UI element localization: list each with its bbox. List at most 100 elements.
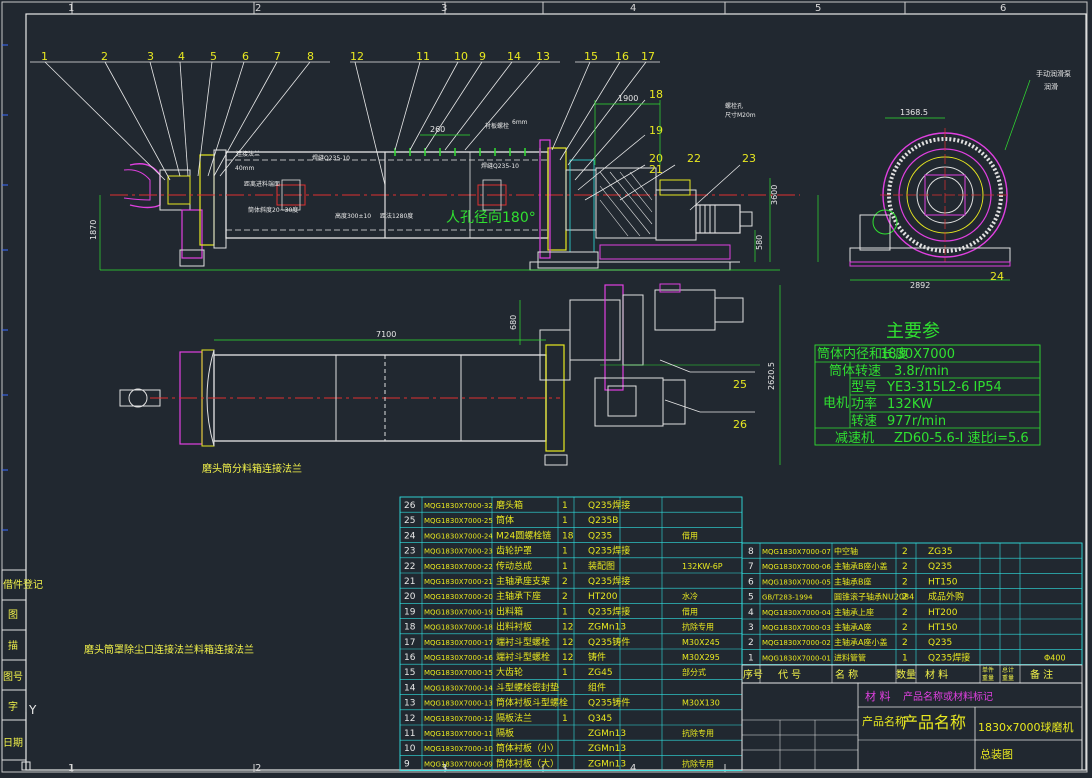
- balloon-25: 25: [733, 378, 747, 391]
- param-v-5: ZD60-5.6-I 速比i=5.6: [894, 431, 1029, 446]
- bom-left-material: Q345: [588, 714, 612, 724]
- balloon-12: 12: [350, 50, 364, 63]
- balloon-21: 21: [649, 163, 663, 176]
- bom-left-code: MQG1830X7000-09: [424, 760, 493, 768]
- bom-left-code: MQG1830X7000-23: [424, 548, 493, 556]
- bom-left-code: MQG1830X7000-20: [424, 593, 493, 601]
- bom-right-no: 1: [748, 653, 754, 663]
- svg-text:距法1280度: 距法1280度: [380, 212, 413, 220]
- bom-right-no: 7: [748, 562, 754, 572]
- bom-left-qty: 1: [562, 516, 568, 526]
- bom-header-unit-weight: 单件: [982, 666, 994, 674]
- param-motor: 电机: [823, 396, 849, 411]
- bom-left-name: 筒体衬板（小）: [496, 742, 559, 754]
- bom-right-name: 主轴承B座小盖: [834, 561, 888, 571]
- bom-left-name: 主轴承座支架: [496, 575, 550, 587]
- dim-3600: 3600: [770, 185, 779, 205]
- svg-text:高度300±10: 高度300±10: [335, 212, 371, 220]
- bom-left-material: Q235B: [588, 516, 618, 526]
- bom-left-material: ZGMn13: [588, 744, 626, 754]
- bom-left-name: 端衬斗型螺栓: [496, 651, 550, 663]
- bom-left-qty: 18: [562, 531, 574, 541]
- bom-left-name: 筒体衬板（大）: [496, 757, 559, 769]
- param-v-2: YE3-315L2-6 IP54: [886, 380, 1002, 395]
- side-view: [849, 128, 1011, 267]
- balloon-7: 7: [274, 50, 281, 63]
- ruler-top-4: 4: [630, 3, 636, 14]
- bom-left-name: 大齿轮: [496, 666, 523, 678]
- title-product-name-small: 产品名称: [862, 714, 906, 728]
- bom-left-qty: 1: [562, 562, 568, 572]
- bom-left-note: 抗除专用: [682, 758, 714, 768]
- svg-text:尺寸M20m: 尺寸M20m: [725, 111, 756, 119]
- param-v-0: 1830X7000: [880, 347, 955, 362]
- bom-right-code: MQG1830X7000-01: [762, 654, 831, 662]
- bom-left-no: 11: [404, 729, 415, 739]
- bom-left-qty: 12: [562, 653, 573, 663]
- left-tab-5: 日期: [3, 737, 23, 749]
- bom-left-material: ZGMn13: [588, 623, 626, 633]
- annotation-dust-flange: 磨头筒罩除尘口连接法兰料箱连接法兰: [84, 643, 254, 656]
- bom-right-material: HT150: [928, 623, 958, 633]
- ruler-top-5: 5: [815, 3, 821, 14]
- svg-text:筒体斜度20~30度: 筒体斜度20~30度: [248, 206, 298, 214]
- bom-right-code: MQG1830X7000-02: [762, 639, 831, 647]
- ruler-bottom-4: 4: [630, 763, 636, 774]
- bom-left-note: M30X245: [682, 638, 720, 647]
- bom-left-no: 17: [404, 638, 415, 648]
- bom-header-mat: 材 料: [925, 668, 948, 681]
- ruler-bottom-1: 1: [68, 763, 74, 774]
- bom-left-note: 抗除专用: [682, 622, 714, 632]
- cad-drawing-canvas[interactable]: 1 2 3 4 5 6 1 2 3 4 借件登记 图 描 图号 字 日期 1 2…: [0, 0, 1092, 778]
- bom-header-total-weight: 总计: [1002, 666, 1014, 674]
- svg-text:衬板螺栓: 衬板螺栓: [485, 122, 509, 130]
- bom-left-code: MQG1830X7000-12: [424, 715, 493, 723]
- param-k-3: 功率: [851, 396, 877, 412]
- bom-left-no: 24: [404, 531, 416, 541]
- bom-left-no: 10: [404, 744, 416, 754]
- balloon-15: 15: [584, 50, 598, 63]
- bom-left-note: 借用: [682, 606, 698, 616]
- title-material-label: 材 料: [865, 689, 891, 703]
- bom-left-qty: 1: [562, 501, 568, 511]
- svg-text:连接法兰: 连接法兰: [236, 150, 260, 158]
- bom-right-material: ZG35: [928, 547, 953, 557]
- ucs-icon: [21, 712, 31, 771]
- left-tab-1: 图: [8, 609, 18, 621]
- bom-right-no: 8: [748, 547, 754, 557]
- balloon-11: 11: [416, 50, 430, 63]
- balloon-26: 26: [733, 418, 747, 431]
- bom-left-name: 齿轮护罩: [496, 545, 532, 557]
- bom-left-name: 主轴承下座: [496, 590, 541, 602]
- param-k-4: 转速: [851, 414, 877, 429]
- balloon-5: 5: [210, 50, 217, 63]
- bom-left-code: MQG1830X7000-18: [424, 624, 493, 632]
- dim-1368: 1368.5: [900, 108, 928, 117]
- bom-header-note: 备 注: [1030, 668, 1053, 681]
- balloon-14: 14: [507, 50, 521, 63]
- svg-text:螺栓孔: 螺栓孔: [725, 102, 743, 110]
- bom-left-qty: 1: [562, 547, 568, 557]
- bom-left-name: 筒体: [496, 514, 514, 526]
- bom-right-code: MQG1830X7000-03: [762, 624, 831, 632]
- balloon-3: 3: [147, 50, 154, 63]
- bom-left-material: Q235铸件: [588, 697, 630, 709]
- bom-right-qty: 2: [902, 577, 908, 587]
- dim-680: 680: [509, 315, 518, 330]
- bom-left-material: Q235焊接: [588, 575, 630, 587]
- bom-right-material: Q235焊接: [928, 651, 970, 663]
- ruler-bottom-2: 2: [255, 763, 261, 774]
- param-k-1: 筒体转速: [829, 363, 881, 379]
- bom-left-material: 装配图: [588, 560, 615, 572]
- left-ruler: [2, 44, 8, 531]
- bom-left-qty: 12: [562, 623, 573, 633]
- bom-left-no: 9: [404, 759, 410, 769]
- param-k-2: 型号: [851, 380, 877, 395]
- bom-left-no: 15: [404, 668, 415, 678]
- bom-right-qty: 2: [902, 547, 908, 557]
- bom-left-note: 抗除专用: [682, 728, 714, 738]
- title-product-name-large: 产品名称: [902, 713, 966, 732]
- bom-left-name: 隔板法兰: [496, 712, 532, 724]
- bom-right-name: 主轴承A座小盖: [834, 637, 887, 647]
- balloon-8: 8: [307, 50, 314, 63]
